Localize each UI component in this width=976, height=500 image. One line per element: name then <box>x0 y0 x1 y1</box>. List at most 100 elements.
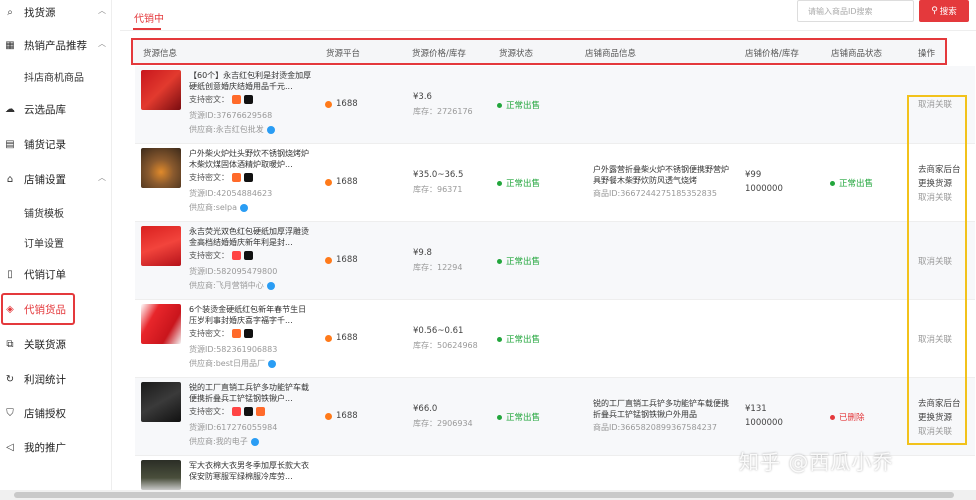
sidebar-item-listing-records[interactable]: ▤ 铺货记录 <box>0 132 112 156</box>
supplier-name: 供应商:我的电子 <box>189 437 248 446</box>
sidebar-item-my-promotion[interactable]: ◁ 我的推广 <box>0 435 112 459</box>
status-dot-icon <box>497 336 502 342</box>
status-dot-icon <box>497 180 502 186</box>
grid-icon: ▦ <box>5 39 15 51</box>
product-name[interactable]: 6个装烫金硬纸红包新年春节生日压岁利事封婚庆喜字福字千... <box>189 304 314 326</box>
product-thumbnail[interactable] <box>141 382 181 422</box>
table-header: 货源信息 货源平台 货源价格/库存 货源状态 店铺商品信息 店铺价格/库存 店铺… <box>131 38 947 65</box>
status-dot-icon <box>830 180 835 186</box>
product-thumbnail[interactable] <box>141 460 181 490</box>
source-status: 正常出售 <box>497 99 540 111</box>
sidebar-item-label: 云选品库 <box>24 103 66 116</box>
tiktok-badge-icon <box>244 329 253 338</box>
sidebar: ⌕ 找货源 ︿ ▦ 热销产品推荐 ︿ 抖店商机商品 ☁ 云选品库 ▤ 铺货记录 … <box>0 0 112 500</box>
search-input[interactable]: 请输入商品ID搜索 <box>797 0 914 22</box>
sidebar-item-douyin-opportunity[interactable]: 抖店商机商品 <box>0 64 112 88</box>
source-stock: 库存：12294 <box>413 263 463 272</box>
verified-icon <box>266 281 275 290</box>
support-label: 支持密文： <box>189 251 229 260</box>
chevron-up-icon: ︿ <box>98 6 106 15</box>
product-name[interactable]: 军大衣棉大衣男冬季加厚长款大衣保安防寒服军绿棉服冷库劳... <box>189 460 314 482</box>
source-platform: 1688 <box>325 333 358 343</box>
platform-label: 1688 <box>336 99 358 109</box>
table-row: 永吉荧光双色红包硬纸加厚浮雕烫金高档结婚婚庆新年利是封... 支持密文： 货源I… <box>135 222 975 300</box>
product-name[interactable]: 永吉荧光双色红包硬纸加厚浮雕烫金高档结婚婚庆新年利是封... <box>189 226 314 248</box>
source-id: 货源ID:37676629568 <box>189 111 273 120</box>
supplier: 供应商:best日用品厂 <box>189 358 276 369</box>
sidebar-item-profit-stats[interactable]: ↻ 利润统计 <box>0 367 112 391</box>
supplier: 供应商:飞月营销中心 <box>189 280 275 291</box>
column-header: 货源价格/库存 <box>412 49 466 59</box>
product-thumbnail[interactable] <box>141 70 181 110</box>
verified-icon <box>240 203 248 212</box>
horizontal-scrollbar[interactable] <box>0 490 976 500</box>
sidebar-item-consignment-orders[interactable]: ▯ 代销订单 <box>0 262 112 286</box>
tiktok-badge-icon <box>244 173 253 182</box>
column-header: 货源平台 <box>326 49 361 59</box>
product-name[interactable]: 锐的工厂直销工兵铲多功能铲车载便携折叠兵工铲锰钢铁锹户... <box>189 382 314 404</box>
table-row: 6个装烫金硬纸红包新年春节生日压岁利事封婚庆喜字福字千... 支持密文： 货源I… <box>135 300 975 378</box>
verified-icon <box>250 437 259 446</box>
shop-product-id: 商品ID:3665820899367584237 <box>593 423 717 432</box>
shop-product-name[interactable]: 锐的工厂直销工兵铲多功能铲车载便携折叠兵工铲锰钢铁锹户外用品 <box>593 398 733 420</box>
platform-1688-icon <box>325 178 332 186</box>
shop-status: 正常出售 <box>830 177 873 189</box>
support-cipher: 支持密文： <box>189 406 265 417</box>
support-cipher: 支持密文： <box>189 94 253 105</box>
source-status: 正常出售 <box>497 177 540 189</box>
source-stock: 库存：96371 <box>413 185 463 194</box>
tiktok-badge-icon <box>244 95 253 104</box>
product-name[interactable]: 【60个】永吉红包利是封烫金加厚硬纸创意婚庆结婚用品千元... <box>189 70 314 92</box>
column-header: 操作 <box>918 49 936 59</box>
sidebar-item-find-source[interactable]: ⌕ 找货源 ︿ <box>0 0 112 24</box>
source-status: 正常出售 <box>497 333 540 345</box>
sidebar-item-listing-template[interactable]: 铺货模板 <box>0 200 112 224</box>
tiktok-badge-icon <box>244 251 253 260</box>
source-stock: 库存：2726176 <box>413 107 473 116</box>
support-label: 支持密文： <box>189 173 229 182</box>
active-item-highlight <box>1 293 75 325</box>
product-thumbnail[interactable] <box>141 226 181 266</box>
support-label: 支持密文： <box>189 95 229 104</box>
support-cipher: 支持密文： <box>189 328 253 339</box>
shop-product-name[interactable]: 户外露营折叠柴火炉不锈钢便携野营炉具野餐木柴野炊防风透气烧烤 <box>593 164 733 186</box>
tab-consigning[interactable]: 代销中 <box>134 10 164 25</box>
scrollbar-thumb[interactable] <box>14 492 954 498</box>
source-id: 货源ID:582361906883 <box>189 345 278 354</box>
support-label: 支持密文： <box>189 329 229 338</box>
status-label: 已删除 <box>839 413 865 423</box>
source-price: ¥0.56~0.61 <box>413 326 464 336</box>
source-status: 正常出售 <box>497 255 540 267</box>
product-thumbnail[interactable] <box>141 148 181 188</box>
sidebar-item-store-authorization[interactable]: ⛉ 店铺授权 <box>0 401 112 425</box>
verified-icon <box>266 125 275 134</box>
status-label: 正常出售 <box>506 335 541 345</box>
platform-label: 1688 <box>336 333 358 343</box>
source-stock: 库存：50624968 <box>413 341 478 350</box>
taobao-badge-icon <box>232 173 241 182</box>
shop-status: 已删除 <box>830 411 865 423</box>
product-name[interactable]: 户外柴火炉灶头野炊不锈钢烧烤炉木柴炊煤固体酒精炉取暖炉... <box>189 148 314 170</box>
platform-1688-icon <box>325 334 332 342</box>
sidebar-item-hot-products[interactable]: ▦ 热销产品推荐 ︿ <box>0 33 112 57</box>
sidebar-item-label: 关联货源 <box>24 338 66 351</box>
column-header: 货源信息 <box>143 49 178 59</box>
shield-icon: ⛉ <box>6 407 14 419</box>
refresh-icon: ↻ <box>5 373 15 385</box>
source-id: 货源ID:617276055984 <box>189 423 278 432</box>
sidebar-item-linked-sources[interactable]: ⧉ 关联货源 <box>0 332 112 356</box>
support-cipher: 支持密文： <box>189 172 253 183</box>
source-platform: 1688 <box>325 177 358 187</box>
column-header: 店铺商品信息 <box>585 49 637 59</box>
sidebar-item-order-settings[interactable]: 订单设置 <box>0 230 112 254</box>
status-dot-icon <box>497 414 502 420</box>
source-platform: 1688 <box>325 99 358 109</box>
source-price: ¥35.0~36.5 <box>413 170 464 180</box>
sidebar-item-store-settings[interactable]: ⌂ 店铺设置 ︿ <box>0 167 112 191</box>
sidebar-item-cloud-library[interactable]: ☁ 云选品库 <box>0 97 112 121</box>
search-button[interactable]: ⚲ 搜索 <box>919 0 969 22</box>
megaphone-icon: ◁ <box>6 441 14 453</box>
product-thumbnail[interactable] <box>141 304 181 344</box>
pinduoduo-badge-icon <box>232 407 241 416</box>
support-cipher: 支持密文： <box>189 250 253 261</box>
